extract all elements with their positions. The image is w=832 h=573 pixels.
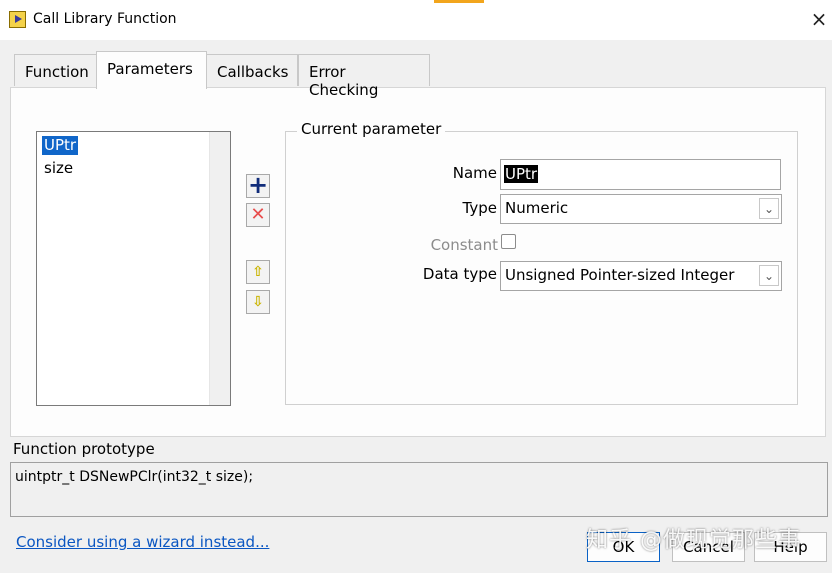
name-field-value: UPtr (504, 165, 539, 183)
name-field[interactable]: UPtr (500, 159, 781, 190)
list-item-size[interactable]: size (42, 159, 75, 178)
type-label: Type (462, 199, 497, 217)
tab-parameters[interactable]: Parameters (96, 51, 207, 89)
move-up-button[interactable]: ⇧ (246, 260, 270, 284)
arrow-down-icon: ⇩ (252, 294, 264, 310)
constant-label: Constant (430, 236, 498, 254)
chevron-down-icon[interactable]: ⌄ (759, 265, 779, 286)
type-select[interactable]: Numeric ⌄ (500, 194, 782, 224)
function-prototype-box: uintptr_t DSNewPClr(int32_t size); (10, 462, 828, 517)
current-parameter-legend: Current parameter (297, 120, 446, 138)
tab-function[interactable]: Function (14, 54, 97, 86)
labview-icon (9, 11, 26, 28)
zhihu-watermark: 知乎 @做现觉那些事 (586, 528, 801, 553)
data-type-select-value: Unsigned Pointer-sized Integer (505, 266, 735, 284)
background-window-strip (434, 0, 484, 3)
add-icon: + (247, 171, 269, 199)
chevron-down-icon[interactable]: ⌄ (759, 198, 779, 219)
data-type-label: Data type (422, 265, 497, 283)
wizard-link[interactable]: Consider using a wizard instead... (16, 533, 269, 551)
move-down-button[interactable]: ⇩ (246, 290, 270, 314)
close-button[interactable]: × (808, 8, 830, 32)
type-select-value: Numeric (505, 199, 569, 217)
data-type-select[interactable]: Unsigned Pointer-sized Integer ⌄ (500, 261, 782, 291)
parameters-list[interactable]: UPtr size (36, 131, 231, 406)
add-parameter-button[interactable]: + (246, 171, 270, 199)
tab-error-checking[interactable]: Error Checking (298, 54, 430, 99)
remove-icon: ✕ (250, 204, 266, 225)
window-title: Call Library Function (33, 11, 177, 27)
arrow-up-icon: ⇧ (252, 264, 264, 280)
remove-parameter-button[interactable]: ✕ (246, 203, 270, 227)
tab-callbacks[interactable]: Callbacks (206, 54, 298, 86)
function-prototype-label: Function prototype (13, 440, 155, 458)
list-item-uptr[interactable]: UPtr (42, 136, 79, 155)
constant-checkbox[interactable] (501, 234, 516, 249)
list-scrollbar[interactable] (209, 132, 230, 405)
name-label: Name (452, 164, 497, 182)
